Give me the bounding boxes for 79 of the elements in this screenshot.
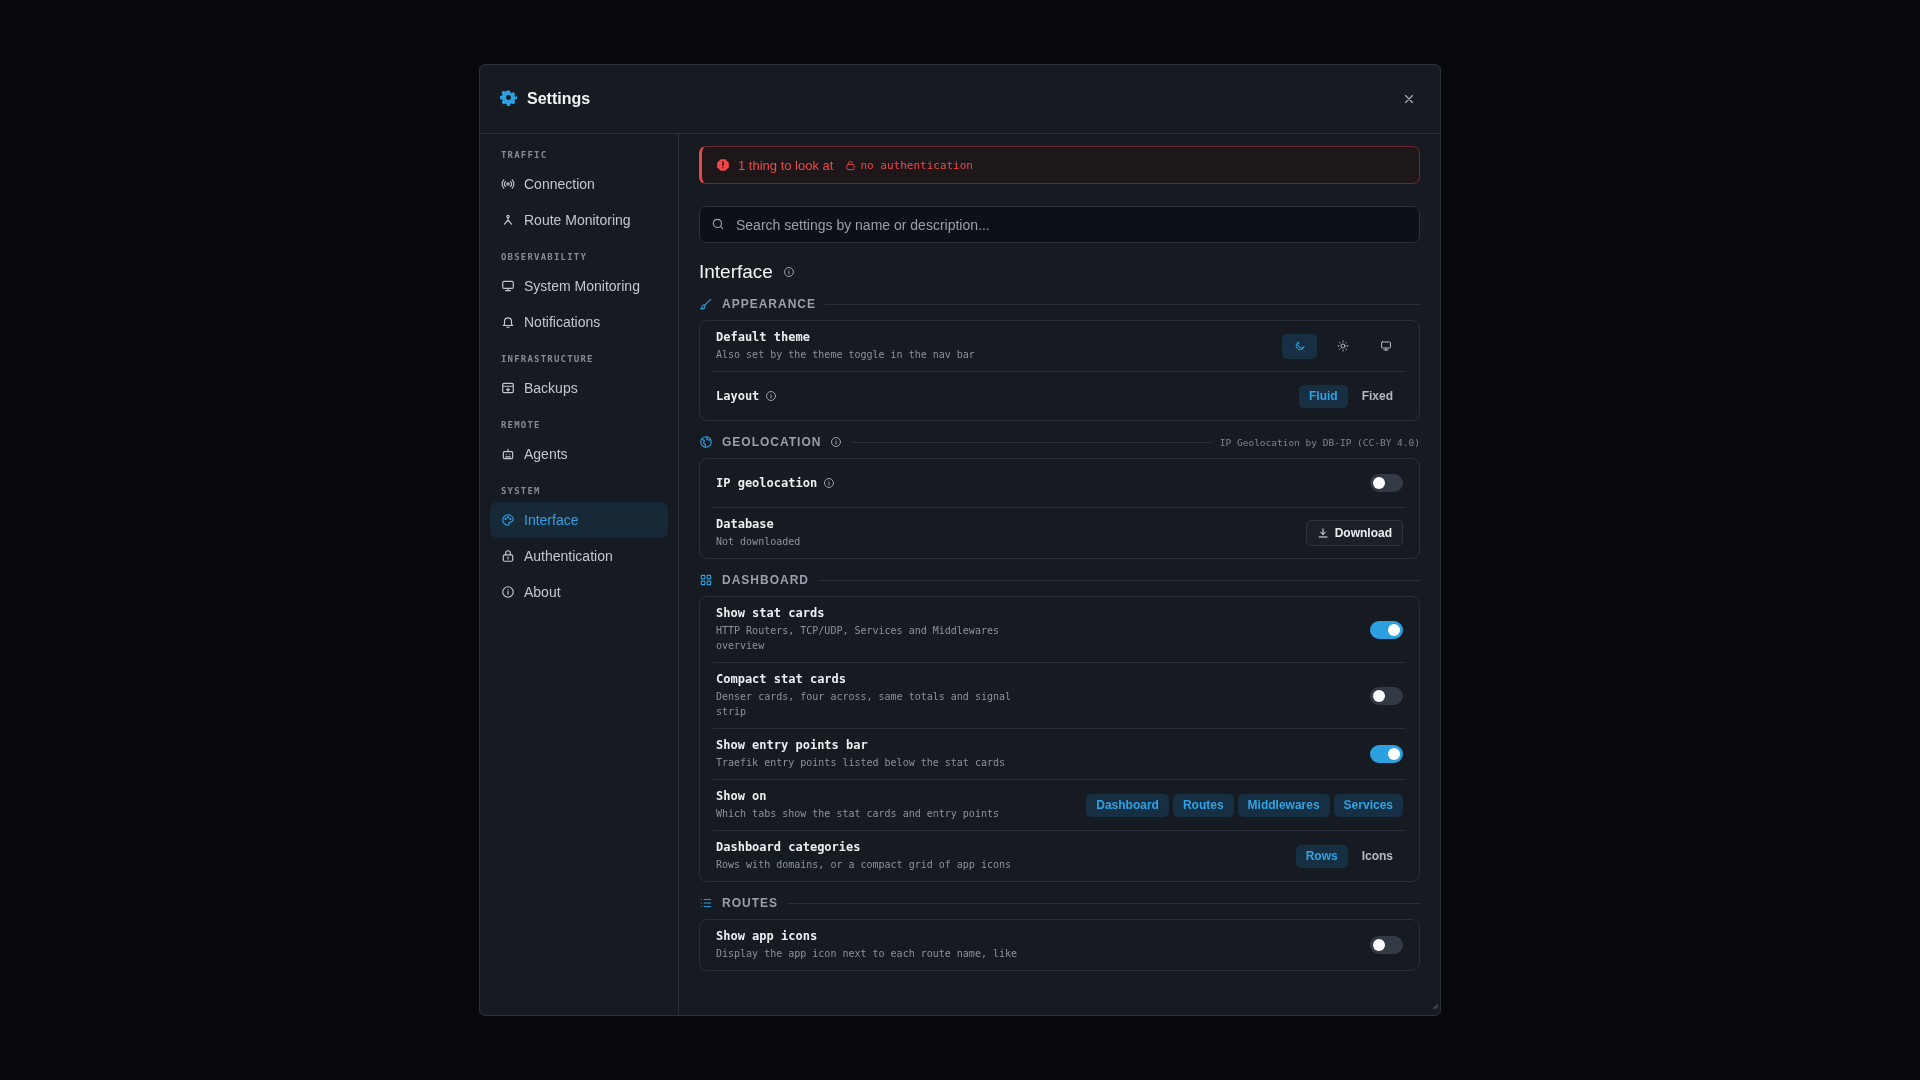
sidebar-item[interactable]: Backups: [490, 370, 668, 406]
option-button[interactable]: Icons: [1351, 844, 1403, 868]
resize-handle-icon: [1430, 1001, 1439, 1010]
sidebar-item[interactable]: Agents: [490, 436, 668, 472]
setting-label: IP geolocation: [716, 476, 818, 490]
sidebar-item[interactable]: System Monitoring: [490, 268, 668, 304]
setting-description: Which tabs show the stat cards and entry points: [716, 807, 999, 821]
monitor-icon: [501, 279, 515, 293]
section-heading: APPEARANCE: [722, 297, 816, 311]
page-title: Interface: [699, 261, 773, 283]
moon-icon: [1293, 340, 1306, 352]
robot-icon: [501, 447, 515, 461]
unlock-icon: [845, 159, 857, 171]
setting-description: Traefik entry points listed below the stat cards: [716, 756, 1005, 770]
grid-icon: [699, 573, 713, 587]
sidebar-heading: TRAFFIC: [500, 149, 549, 162]
sidebar-heading: OBSERVABILITY: [500, 251, 589, 264]
setting-label: Compact stat cards: [716, 672, 847, 686]
option-button[interactable]: Services: [1333, 793, 1403, 817]
setting-label: Default theme: [716, 330, 810, 344]
sidebar-item[interactable]: Interface: [490, 502, 668, 538]
gear-icon: [500, 88, 517, 106]
theme-button[interactable]: [1282, 333, 1317, 359]
setting-description: Denser cards, four across, same totals and signal strip: [716, 690, 1012, 719]
setting-label: Layout: [716, 389, 760, 403]
bell-icon: [501, 315, 515, 329]
setting-label: Show stat cards: [716, 606, 825, 620]
option-button[interactable]: Fixed: [1351, 384, 1403, 408]
toggle-switch[interactable]: [1370, 474, 1403, 492]
section-heading: ROUTES: [722, 896, 778, 910]
palette-icon: [501, 513, 515, 527]
sun-icon: [1336, 340, 1349, 352]
sidebar-item[interactable]: Route Monitoring: [490, 202, 668, 238]
section-note: IP Geolocation by DB-IP (CC-BY 4.0): [1219, 436, 1420, 448]
download-button[interactable]: Download: [1305, 520, 1403, 546]
setting-description: Display the app icon next to each route name, like: [716, 947, 1018, 961]
sidebar-heading: INFRASTRUCTURE: [500, 353, 595, 366]
setting-label: Show on: [716, 789, 767, 803]
option-button[interactable]: Middlewares: [1237, 793, 1330, 817]
sidebar-heading: SYSTEM: [500, 485, 542, 498]
setting-label: Show app icons: [716, 929, 818, 943]
alert-text: 1 thing to look at: [738, 157, 834, 173]
setting-description: Not downloaded: [716, 535, 801, 549]
option-button[interactable]: Dashboard: [1086, 793, 1169, 817]
sidebar-item[interactable]: About: [490, 574, 668, 610]
dialog-title: Settings: [527, 90, 592, 108]
section-heading: DASHBOARD: [722, 573, 809, 587]
setting-label: Show entry points bar: [716, 738, 868, 752]
alert-tag: no authentication: [860, 158, 973, 172]
download-icon: [1316, 527, 1329, 539]
monitor-icon: [1379, 340, 1392, 352]
option-button[interactable]: Fluid: [1299, 384, 1348, 408]
setting-description: HTTP Routers, TCP/UDP, Services and Middlewares overview: [716, 624, 1000, 653]
lock-icon: [501, 549, 515, 563]
sidebar-heading: REMOTE: [500, 419, 542, 432]
sidebar-item[interactable]: Notifications: [490, 304, 668, 340]
sidebar-item[interactable]: Authentication: [490, 538, 668, 574]
option-button[interactable]: Rows: [1295, 844, 1348, 868]
toggle-switch[interactable]: [1370, 620, 1403, 639]
archive-icon: [501, 381, 515, 395]
toggle-switch[interactable]: [1370, 745, 1403, 763]
sidebar-item[interactable]: Connection: [490, 166, 668, 202]
toggle-switch[interactable]: [1370, 686, 1403, 705]
fork-icon: [501, 213, 515, 227]
globe-icon: [699, 435, 713, 449]
section-heading: GEOLOCATION: [722, 435, 822, 449]
toggle-switch[interactable]: [1370, 936, 1403, 954]
alert-icon: [716, 158, 730, 172]
option-button[interactable]: Routes: [1172, 793, 1234, 817]
brush-icon: [699, 297, 713, 311]
broadcast-icon: [501, 177, 515, 191]
setting-label: Dashboard categories: [716, 840, 861, 854]
search-field[interactable]: Search settings by name or description...: [699, 206, 1420, 243]
close-icon: [1402, 92, 1416, 106]
setting-label: Database: [716, 517, 774, 531]
setting-description: Also set by the theme toggle in the nav bar: [716, 348, 975, 362]
info-icon: [501, 585, 515, 599]
setting-description: Rows with domains, or a compact grid of app icons: [716, 858, 1011, 872]
list-icon: [699, 896, 713, 910]
